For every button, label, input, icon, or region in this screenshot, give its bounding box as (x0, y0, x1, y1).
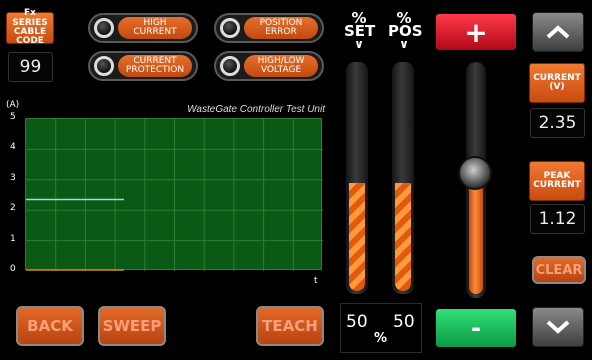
current-protection-face: CURRENT PROTECTION (118, 55, 192, 77)
y-tick-label: 0 (10, 264, 16, 274)
sweep-button[interactable]: SWEEP (98, 306, 166, 346)
position-error-indicator: POSITION ERROR (214, 13, 324, 43)
chart-svg (26, 119, 323, 271)
peak-current-label: PEAK CURRENT (529, 161, 585, 201)
scroll-down-button[interactable] (532, 307, 584, 347)
y-tick-label: 1 (10, 233, 16, 244)
decrease-button[interactable]: - (436, 309, 516, 347)
slider-knob[interactable] (458, 156, 492, 191)
minus-icon: - (471, 314, 481, 342)
chart-plot-area (25, 118, 323, 271)
current-protection-line2: PROTECTION (125, 65, 185, 75)
cable-code-label-line2: CABLE CODE (13, 27, 47, 47)
teach-button[interactable]: TEACH (256, 306, 324, 346)
current-label-line2: (V) (549, 82, 565, 92)
chevron-up-icon (546, 25, 570, 39)
high-current-face: HIGH CURRENT (118, 17, 192, 39)
chart-x-label: t (314, 276, 318, 286)
sweep-button-label: SWEEP (102, 317, 162, 335)
peak-current-value: 1.12 (530, 204, 585, 234)
increase-button[interactable]: + (436, 14, 516, 50)
cable-code-label-line1: Fx SERIES (12, 8, 48, 28)
cable-code-value[interactable]: 99 (8, 52, 53, 82)
y-tick-label: 2 (10, 203, 16, 214)
current-value: 2.35 (530, 108, 585, 138)
scroll-up-button[interactable] (532, 12, 584, 52)
chart-y-unit: (A) (6, 100, 20, 110)
clear-button-label: CLEAR (535, 262, 583, 278)
high-low-voltage-indicator: HIGH/LOW VOLTAGE (214, 51, 324, 81)
peak-current-label-line2: CURRENT (533, 180, 581, 190)
gauge-unit: % (374, 331, 388, 346)
set-gauge-fill (349, 182, 365, 291)
high-current-line2: CURRENT (133, 27, 177, 37)
high-current-indicator: HIGH CURRENT (88, 13, 198, 43)
pos-value: 50 (393, 312, 415, 332)
high-low-voltage-face: HIGH/LOW VOLTAGE (244, 55, 318, 77)
control-slider-fill (469, 173, 483, 294)
set-gauge-tube (346, 62, 368, 294)
high-low-voltage-line2: VOLTAGE (260, 65, 302, 75)
pos-gauge-fill (395, 182, 411, 291)
chevron-down-icon (546, 320, 570, 334)
pos-header: % POS ∨ (388, 11, 423, 51)
cable-code-label: Fx SERIES CABLE CODE (6, 8, 54, 47)
position-error-led-icon (220, 18, 240, 38)
chart-y-ticks: 5 4 3 2 1 0 (10, 112, 22, 274)
chart-title: WasteGate Controller Test Unit (187, 104, 325, 115)
pos-gauge-tube (392, 62, 414, 294)
position-error-line2: ERROR (265, 27, 297, 37)
set-value: 50 (346, 312, 368, 332)
current-value-text: 2.35 (538, 113, 577, 133)
back-button[interactable]: BACK (16, 306, 84, 346)
teach-button-label: TEACH (262, 317, 318, 335)
plus-icon: + (464, 15, 488, 49)
current-protection-indicator: CURRENT PROTECTION (88, 51, 198, 81)
cable-code-value-text: 99 (19, 57, 42, 77)
y-tick-label: 4 (10, 142, 16, 153)
high-low-voltage-led-icon (220, 56, 240, 76)
back-button-label: BACK (27, 317, 73, 335)
current-protection-led-icon (94, 56, 114, 76)
y-tick-label: 3 (10, 172, 16, 183)
current-label: CURRENT (V) (529, 63, 585, 103)
clear-button[interactable]: CLEAR (532, 256, 586, 284)
peak-current-value-text: 1.12 (538, 209, 577, 229)
y-tick-label: 5 (10, 112, 16, 122)
position-error-face: POSITION ERROR (244, 17, 318, 39)
set-header: % SET ∨ (344, 11, 375, 51)
high-current-led-icon (94, 18, 114, 38)
